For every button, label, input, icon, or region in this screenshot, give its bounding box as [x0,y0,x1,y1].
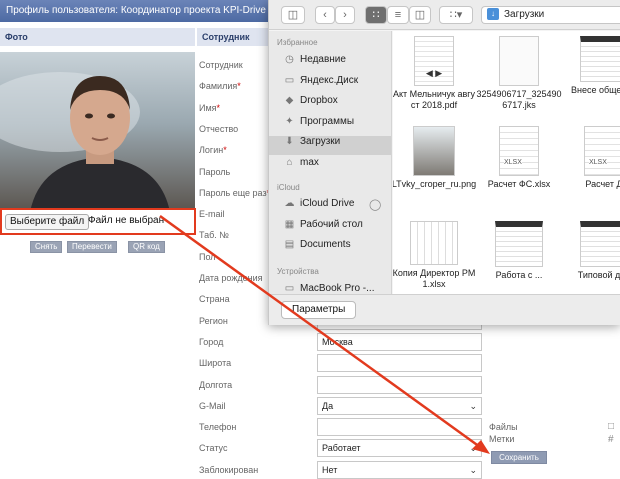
annotation-arrow [159,214,490,454]
